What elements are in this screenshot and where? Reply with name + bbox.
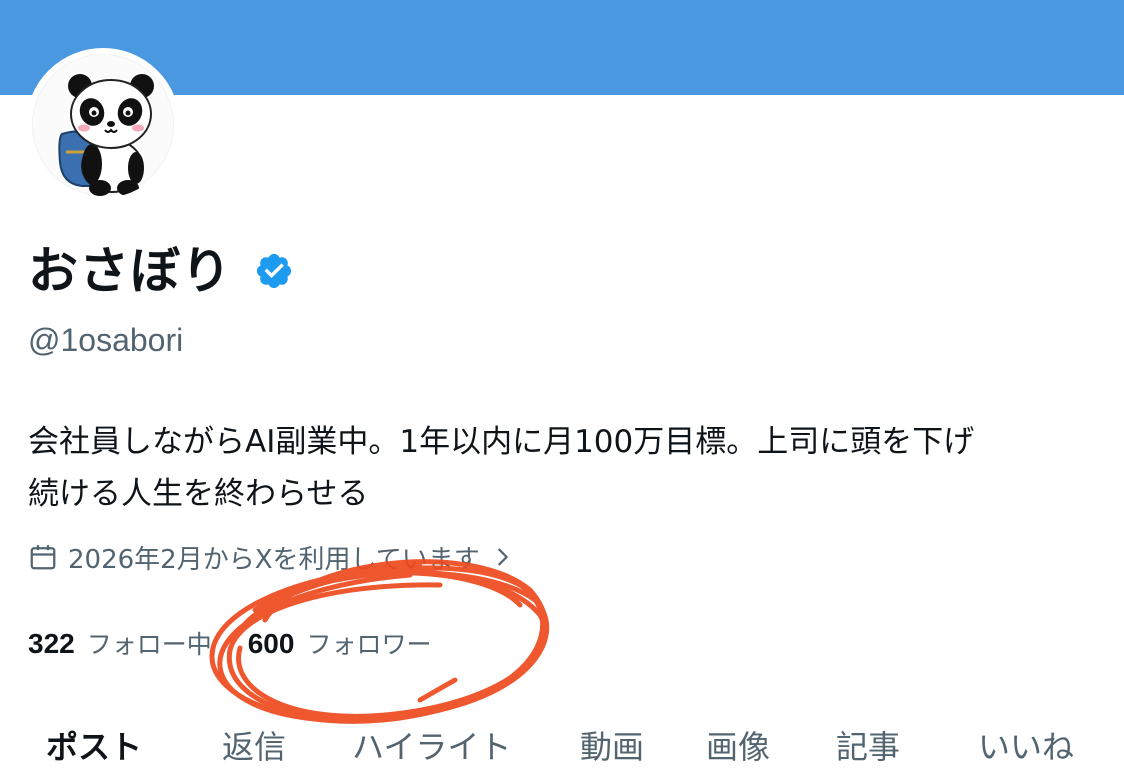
joined-date-text: 2026年2月からXを利用しています xyxy=(68,544,480,575)
tab-likes[interactable]: いいね xyxy=(978,722,1074,768)
follow-stats: 322 フォロー中 600 フォロワー xyxy=(28,622,467,664)
tab-highlights[interactable]: ハイライト xyxy=(352,722,511,768)
following-link[interactable]: 322 フォロー中 xyxy=(28,625,212,661)
display-name: おさぼり xyxy=(28,242,232,300)
followers-link[interactable]: 600 フォロワー xyxy=(248,625,432,661)
profile-banner[interactable] xyxy=(0,0,1124,95)
tab-videos[interactable]: 動画 xyxy=(580,722,644,768)
profile-bio: 会社員しながらAI副業中。1年以内に月100万目標。上司に頭を下げ 続ける人生を… xyxy=(28,416,1108,520)
joined-date-row[interactable]: 2026年2月からXを利用しています xyxy=(28,537,514,577)
followers-label: フォロワー xyxy=(306,630,432,659)
following-label: フォロー中 xyxy=(86,630,212,659)
bio-line-2: 続ける人生を終わらせる xyxy=(28,476,369,512)
bio-line-1: 会社員しながらAI副業中。1年以内に月100万目標。上司に頭を下げ xyxy=(28,424,975,460)
avatar[interactable] xyxy=(26,48,180,202)
profile-handle: @1osabori xyxy=(28,322,184,358)
tab-posts[interactable]: ポスト xyxy=(46,722,142,768)
calendar-icon xyxy=(30,545,56,570)
following-count: 322 xyxy=(28,628,75,659)
profile-tabs: ポスト 返信 ハイライト 動画 画像 記事 いいね xyxy=(0,722,1124,782)
tab-replies[interactable]: 返信 xyxy=(222,722,286,768)
profile-name-row: おさぼり xyxy=(28,238,294,304)
tab-images[interactable]: 画像 xyxy=(706,722,770,768)
chevron-right-icon[interactable] xyxy=(492,546,514,568)
followers-count: 600 xyxy=(247,628,295,659)
verified-badge-icon[interactable] xyxy=(254,251,294,291)
panda-avatar-icon xyxy=(58,74,154,196)
tab-articles[interactable]: 記事 xyxy=(836,722,900,768)
